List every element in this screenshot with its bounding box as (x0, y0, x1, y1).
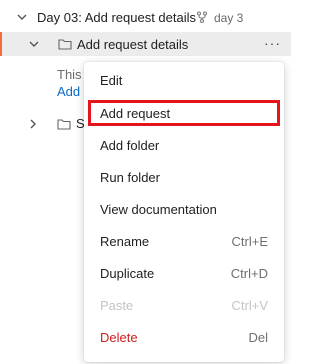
menu-item-label: Delete (100, 329, 138, 345)
menu-item-rename[interactable]: Rename Ctrl+E (84, 227, 284, 255)
menu-item-shortcut: Ctrl+V (231, 297, 268, 313)
menu-item-label: Duplicate (100, 265, 155, 281)
menu-item-label: Add folder (100, 137, 160, 153)
fork-icon (196, 11, 208, 23)
menu-item-label: Paste (100, 297, 134, 313)
folder-icon (58, 38, 72, 50)
folder-icon (57, 118, 71, 130)
menu-item-add-folder[interactable]: Add folder (84, 131, 284, 159)
collection-title: Day 03: Add request details (37, 10, 196, 25)
chevron-down-icon[interactable] (16, 11, 28, 23)
menu-item-add-request[interactable]: Add request (84, 99, 284, 127)
more-options-icon[interactable]: ··· (264, 36, 281, 50)
menu-item-label: Rename (100, 233, 150, 249)
add-description-link[interactable]: Add (57, 84, 80, 99)
fork-label: day 3 (214, 11, 244, 25)
folder-title: Add request details (77, 37, 189, 52)
menu-item-shortcut: Ctrl+D (230, 265, 268, 281)
menu-item-view-documentation[interactable]: View documentation (84, 195, 284, 223)
menu-item-shortcut: Del (248, 329, 268, 345)
menu-item-label: View documentation (100, 201, 217, 217)
folder-row[interactable]: Add request details ··· (0, 32, 291, 56)
folder-description-text: This (57, 67, 82, 82)
chevron-right-icon[interactable] (27, 118, 39, 130)
menu-item-shortcut: Ctrl+E (231, 233, 268, 249)
menu-item-edit[interactable]: Edit (84, 66, 284, 94)
chevron-down-icon[interactable] (28, 38, 40, 50)
menu-item-label: Add request (100, 105, 171, 121)
menu-item-label: Run folder (100, 169, 160, 185)
menu-item-paste: Paste Ctrl+V (84, 291, 284, 319)
menu-item-label: Edit (100, 72, 123, 88)
menu-item-delete[interactable]: Delete Del (84, 323, 284, 351)
menu-item-duplicate[interactable]: Duplicate Ctrl+D (84, 259, 284, 287)
menu-item-run-folder[interactable]: Run folder (84, 163, 284, 191)
collection-row[interactable]: Day 03: Add request details day 3 (0, 6, 291, 28)
folder-context-menu: Edit Add request Add folder Run folder V… (84, 62, 284, 362)
